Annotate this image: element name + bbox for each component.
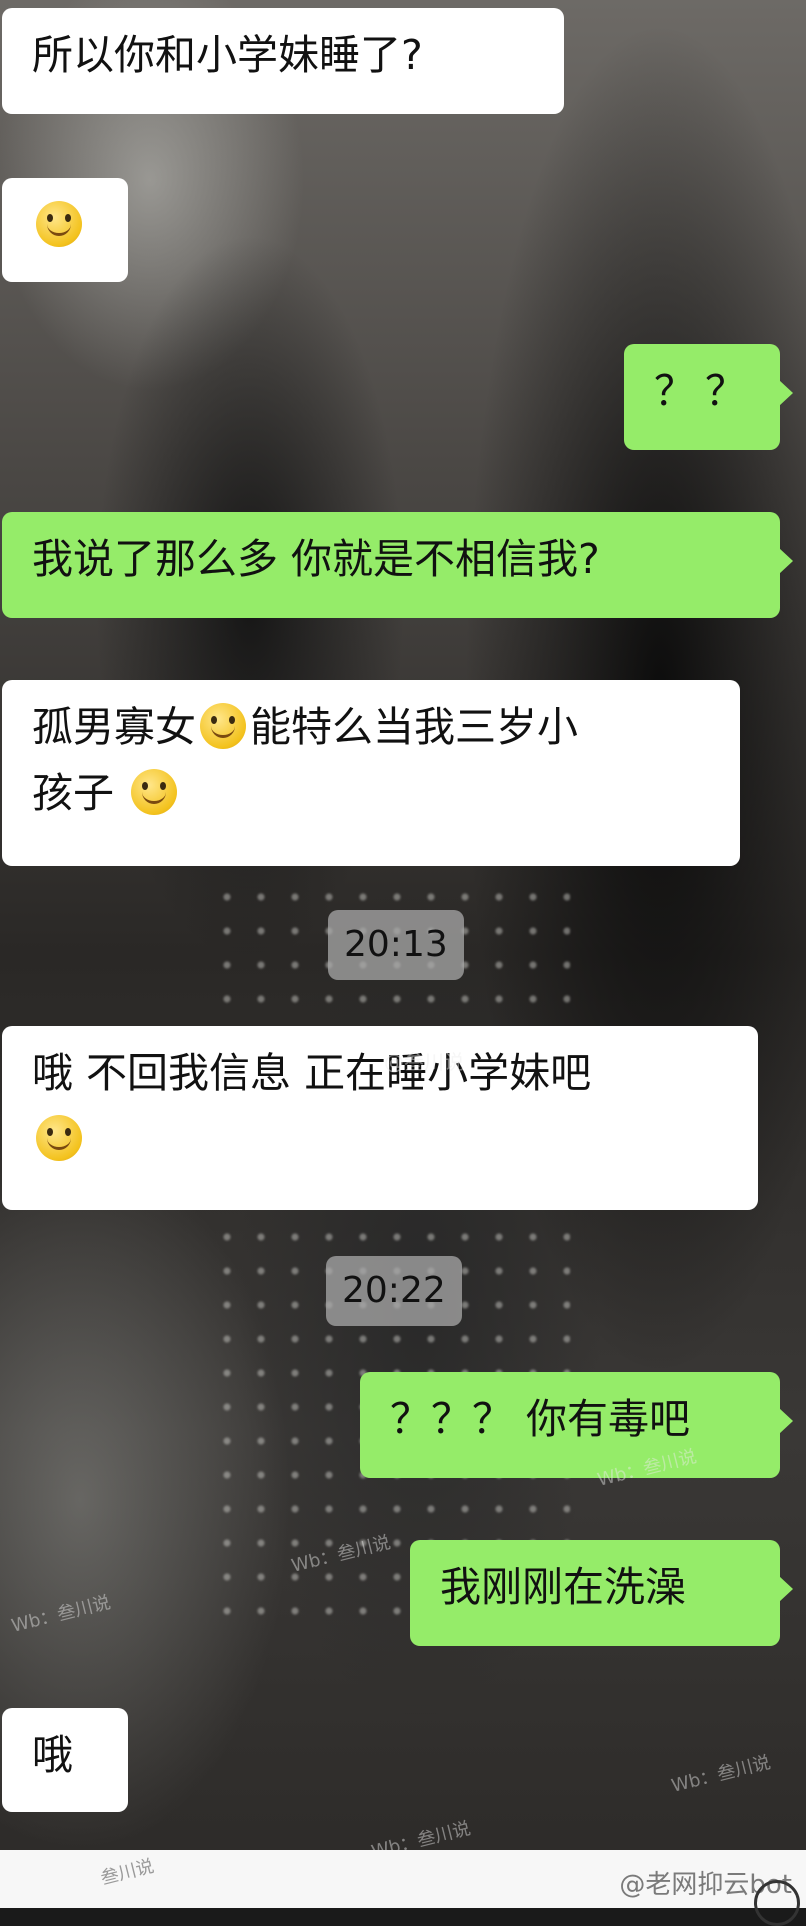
message-text: ？？？ 你有毒吧: [390, 1395, 691, 1443]
footer-watermark: 叁川说: [98, 1855, 157, 1890]
message-line: [32, 1106, 728, 1172]
message-text: 孤男寡女: [32, 703, 196, 751]
message-bubble-incoming[interactable]: [2, 178, 128, 282]
timestamp: 20:13: [328, 910, 464, 980]
watermark: @叁川说: [384, 1050, 464, 1074]
footer-bar: 叁川说 @老网抑云bot: [0, 1850, 806, 1926]
message-text: 能特么当我三岁小: [250, 703, 578, 751]
message-bubble-incoming[interactable]: 哦: [2, 1708, 128, 1812]
circle-icon: [754, 1880, 800, 1926]
message-bubble-incoming[interactable]: 哦 不回我信息 正在睡小学妹吧: [2, 1026, 758, 1210]
message-bubble-outgoing[interactable]: 我说了那么多 你就是不相信我?: [2, 512, 793, 618]
message-text: 哦: [32, 1731, 73, 1779]
message-bubble-incoming[interactable]: 孤男寡女 能特么当我三岁小 孩子: [2, 680, 740, 866]
message-line: 哦 不回我信息 正在睡小学妹吧: [32, 1040, 728, 1106]
message-line: 孩子: [32, 760, 710, 826]
smile-emoji-icon: [36, 1115, 82, 1161]
message-bubble-outgoing[interactable]: 我刚刚在洗澡: [410, 1540, 793, 1646]
timestamp: 20:22: [326, 1256, 462, 1326]
message-text: 哦 不回我信息 正在睡小学妹吧: [32, 1049, 592, 1097]
message-text: 所以你和小学妹睡了?: [32, 31, 423, 79]
message-bubble-incoming[interactable]: 所以你和小学妹睡了?: [2, 8, 564, 114]
message-line: 孤男寡女 能特么当我三岁小: [32, 694, 710, 760]
message-bubble-outgoing[interactable]: ？？: [624, 344, 793, 450]
message-text: 我说了那么多 你就是不相信我?: [32, 535, 600, 583]
message-text: 我刚刚在洗澡: [440, 1563, 686, 1611]
smile-emoji-icon: [131, 769, 178, 815]
message-bubble-outgoing[interactable]: ？？？ 你有毒吧: [360, 1372, 793, 1478]
smile-emoji-icon: [200, 703, 246, 749]
smile-emoji-icon: [36, 201, 82, 247]
message-text: ？？: [654, 367, 756, 415]
message-text: 孩子: [32, 769, 114, 817]
